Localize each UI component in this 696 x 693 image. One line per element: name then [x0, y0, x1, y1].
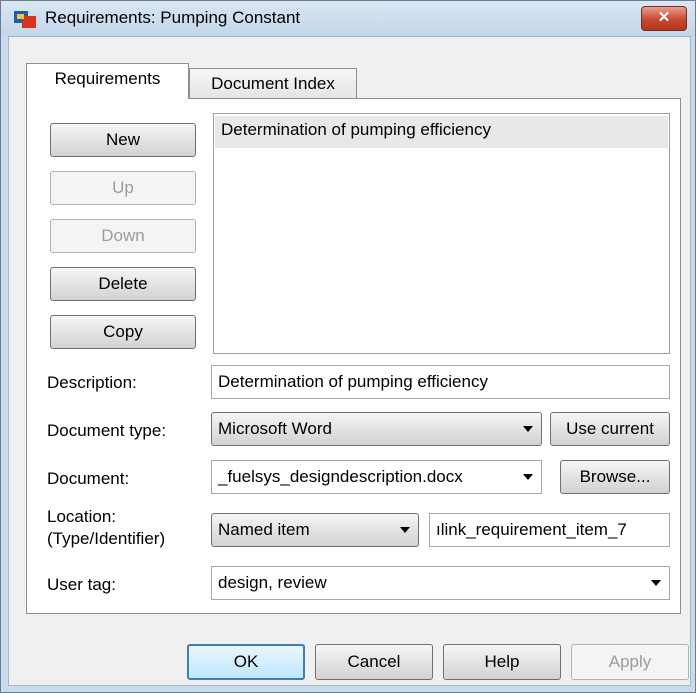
location-type-select[interactable]: Named item [211, 513, 419, 547]
location-identifier-field[interactable]: ılink_requirement_item_7 [429, 513, 670, 547]
location-type-value: Named item [218, 520, 310, 539]
user-tag-select[interactable]: design, review [211, 566, 670, 600]
simulink-icon [14, 11, 36, 28]
help-button[interactable]: Help [443, 644, 561, 680]
location-label: Location: [47, 507, 116, 526]
list-item[interactable]: Determination of pumping efficiency [215, 116, 668, 148]
chevron-down-icon [523, 474, 533, 480]
document-value: _fuelsys_designdescription.docx [218, 467, 463, 486]
chevron-down-icon [400, 527, 410, 533]
dialog-window: Requirements: Pumping Constant ✕ Require… [0, 0, 696, 693]
browse-button[interactable]: Browse... [560, 460, 670, 494]
use-current-button[interactable]: Use current [550, 412, 670, 446]
chevron-down-icon [523, 426, 533, 432]
user-tag-label: User tag: [47, 575, 116, 594]
tab-requirements[interactable]: Requirements [26, 63, 189, 99]
user-tag-value: design, review [218, 573, 327, 592]
close-icon[interactable]: ✕ [641, 6, 687, 31]
description-field[interactable]: Determination of pumping efficiency [211, 365, 670, 399]
document-type-select[interactable]: Microsoft Word [211, 412, 542, 446]
requirements-list[interactable]: Determination of pumping efficiency [213, 113, 670, 354]
tab-document-index[interactable]: Document Index [189, 68, 357, 98]
window-title: Requirements: Pumping Constant [45, 8, 301, 27]
apply-button[interactable]: Apply [571, 644, 689, 680]
description-label: Description: [47, 373, 137, 392]
delete-button[interactable]: Delete [50, 267, 196, 301]
cancel-button[interactable]: Cancel [315, 644, 433, 680]
document-type-value: Microsoft Word [218, 419, 332, 438]
new-button[interactable]: New [50, 123, 196, 157]
down-button[interactable]: Down [50, 219, 196, 253]
up-button[interactable]: Up [50, 171, 196, 205]
ok-button[interactable]: OK [187, 644, 305, 680]
copy-button[interactable]: Copy [50, 315, 196, 349]
document-type-label: Document type: [47, 421, 167, 440]
location-sublabel: (Type/Identifier) [47, 529, 166, 548]
chevron-down-icon [651, 580, 661, 586]
document-label: Document: [47, 469, 130, 488]
title-bar[interactable]: Requirements: Pumping Constant ✕ [1, 1, 695, 36]
document-select[interactable]: _fuelsys_designdescription.docx [211, 460, 542, 494]
